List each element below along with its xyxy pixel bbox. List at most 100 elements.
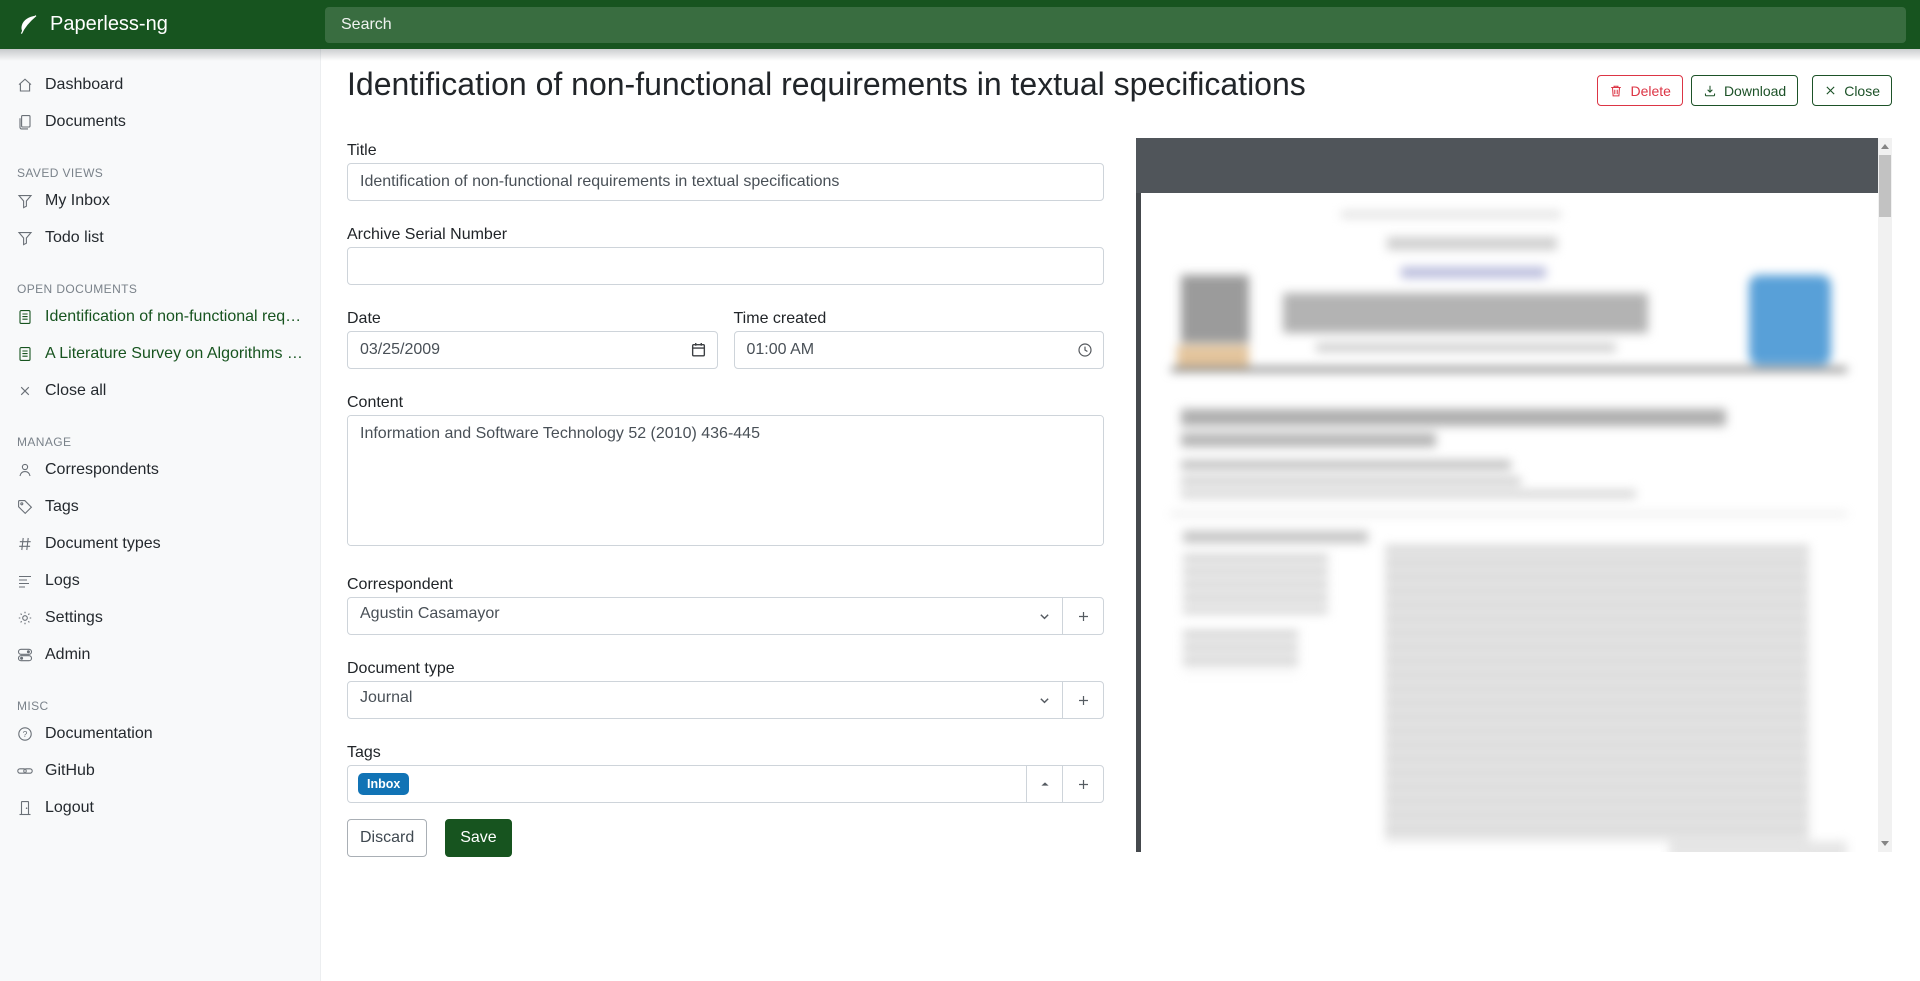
sidebar-heading-open-documents: OPEN DOCUMENTS	[0, 280, 320, 298]
app-brand[interactable]: Paperless-ng	[17, 0, 168, 49]
date-time-row: Date Time created	[347, 307, 1104, 369]
scrollbar-down-arrow[interactable]	[1881, 841, 1889, 846]
pdf-viewer-toolbar	[1136, 138, 1878, 193]
blur-block	[1171, 513, 1847, 515]
blur-block	[1385, 545, 1809, 841]
blur-block	[1183, 555, 1328, 613]
sidebar-item-my-inbox[interactable]: My Inbox	[0, 182, 320, 219]
add-tag-button[interactable]	[1062, 765, 1104, 803]
save-button[interactable]: Save	[445, 819, 511, 857]
sidebar-heading-manage: MANAGE	[0, 433, 320, 451]
documents-icon	[17, 114, 33, 130]
toggles-icon	[17, 647, 33, 663]
blur-block	[1401, 267, 1546, 278]
date-input[interactable]	[347, 331, 718, 369]
sidebar-item-documents[interactable]: Documents	[0, 103, 320, 140]
close-label: Close	[1844, 83, 1880, 99]
link-icon	[17, 763, 33, 779]
sidebar-item-label: Settings	[45, 609, 103, 627]
sidebar-item-admin[interactable]: Admin	[0, 636, 320, 673]
hash-icon	[17, 536, 33, 552]
sidebar-item-github[interactable]: GitHub	[0, 752, 320, 789]
collapse-tags-button[interactable]	[1026, 765, 1063, 803]
document-preview-page	[1141, 193, 1878, 852]
title-input[interactable]	[347, 163, 1104, 201]
sidebar-item-settings[interactable]: Settings	[0, 599, 320, 636]
sidebar-item-todo-list[interactable]: Todo list	[0, 219, 320, 256]
header-actions: Delete Download Close	[1597, 75, 1892, 106]
correspondent-field-group: Correspondent Agustin Casamayor	[347, 573, 1104, 635]
sidebar-item-documentation[interactable]: ? Documentation	[0, 715, 320, 752]
date-label: Date	[347, 307, 718, 331]
sidebar-item-logout[interactable]: Logout	[0, 789, 320, 826]
asn-field-group: Archive Serial Number	[347, 223, 1104, 285]
svg-text:?: ?	[23, 729, 28, 739]
content-textarea[interactable]: Information and Software Technology 52 (…	[347, 415, 1104, 546]
sidebar: Dashboard Documents SAVED VIEWS My Inbox…	[0, 49, 321, 981]
funnel-icon	[17, 193, 33, 209]
pdf-viewer-background	[1136, 193, 1878, 852]
sidebar-item-label: Todo list	[45, 229, 104, 247]
sidebar-item-correspondents[interactable]: Correspondents	[0, 451, 320, 488]
discard-button[interactable]: Discard	[347, 819, 427, 857]
close-button[interactable]: Close	[1812, 75, 1892, 106]
text-lines-icon	[17, 573, 33, 589]
document-preview	[1136, 138, 1892, 852]
title-label: Title	[347, 139, 1104, 163]
tags-input[interactable]: Inbox	[347, 765, 1027, 803]
sidebar-item-label: Close all	[45, 382, 106, 400]
sidebar-item-tags[interactable]: Tags	[0, 488, 320, 525]
blur-block	[1181, 460, 1511, 470]
sidebar-item-document-types[interactable]: Document types	[0, 525, 320, 562]
correspondent-select[interactable]: Agustin Casamayor	[347, 597, 1063, 635]
add-document-type-button[interactable]	[1062, 681, 1104, 719]
sidebar-item-dashboard[interactable]: Dashboard	[0, 66, 320, 103]
house-icon	[17, 77, 33, 93]
delete-label: Delete	[1630, 83, 1670, 99]
sidebar-item-label: GitHub	[45, 762, 95, 780]
delete-button[interactable]: Delete	[1597, 75, 1682, 106]
sidebar-item-label: My Inbox	[45, 192, 110, 210]
blur-block	[1181, 490, 1636, 498]
person-icon	[17, 462, 33, 478]
sidebar-item-label: Admin	[45, 646, 90, 664]
blur-block	[1283, 293, 1648, 333]
document-type-label: Document type	[347, 657, 1104, 681]
tags-field-group: Tags Inbox	[347, 741, 1104, 803]
sidebar-item-open-doc-1[interactable]: Identification of non-functional require…	[0, 298, 320, 335]
brand-label: Paperless-ng	[50, 13, 168, 36]
sidebar-item-logs[interactable]: Logs	[0, 562, 320, 599]
sidebar-item-label: Logs	[45, 572, 80, 590]
scrollbar-thumb[interactable]	[1879, 155, 1891, 217]
correspondent-value: Agustin Casamayor	[360, 605, 500, 622]
search-input[interactable]	[325, 7, 1906, 43]
trash-icon	[1609, 84, 1623, 98]
asn-input[interactable]	[347, 247, 1104, 285]
sidebar-item-close-all[interactable]: Close all	[0, 372, 320, 409]
correspondent-label: Correspondent	[347, 573, 1104, 597]
add-correspondent-button[interactable]	[1062, 597, 1104, 635]
time-field-group: Time created	[734, 307, 1105, 369]
file-text-icon	[17, 309, 33, 325]
sidebar-item-label: Document types	[45, 535, 161, 553]
paperless-leaf-icon	[17, 14, 39, 36]
download-button[interactable]: Download	[1691, 75, 1798, 106]
sidebar-item-label: A Literature Survey on Algorithms for Mu…	[45, 345, 303, 363]
scrollbar-up-arrow[interactable]	[1881, 144, 1889, 149]
sidebar-heading-misc: MISC	[0, 697, 320, 715]
document-type-select[interactable]: Journal	[347, 681, 1063, 719]
time-input[interactable]	[734, 331, 1105, 369]
sidebar-item-open-doc-2[interactable]: A Literature Survey on Algorithms for Mu…	[0, 335, 320, 372]
time-label: Time created	[734, 307, 1105, 331]
sidebar-item-label: Dashboard	[45, 76, 123, 94]
sidebar-item-label: Identification of non-functional require…	[45, 308, 303, 326]
chevron-down-icon	[1038, 610, 1051, 623]
blur-block	[1387, 237, 1557, 250]
title-field-group: Title	[347, 139, 1104, 201]
preview-scrollbar[interactable]	[1878, 138, 1892, 852]
tag-badge-inbox[interactable]: Inbox	[358, 773, 409, 796]
blur-block	[1171, 367, 1847, 372]
blurred-document-content	[1141, 193, 1878, 852]
close-icon	[1824, 84, 1837, 97]
top-navbar: Paperless-ng	[0, 0, 1920, 49]
